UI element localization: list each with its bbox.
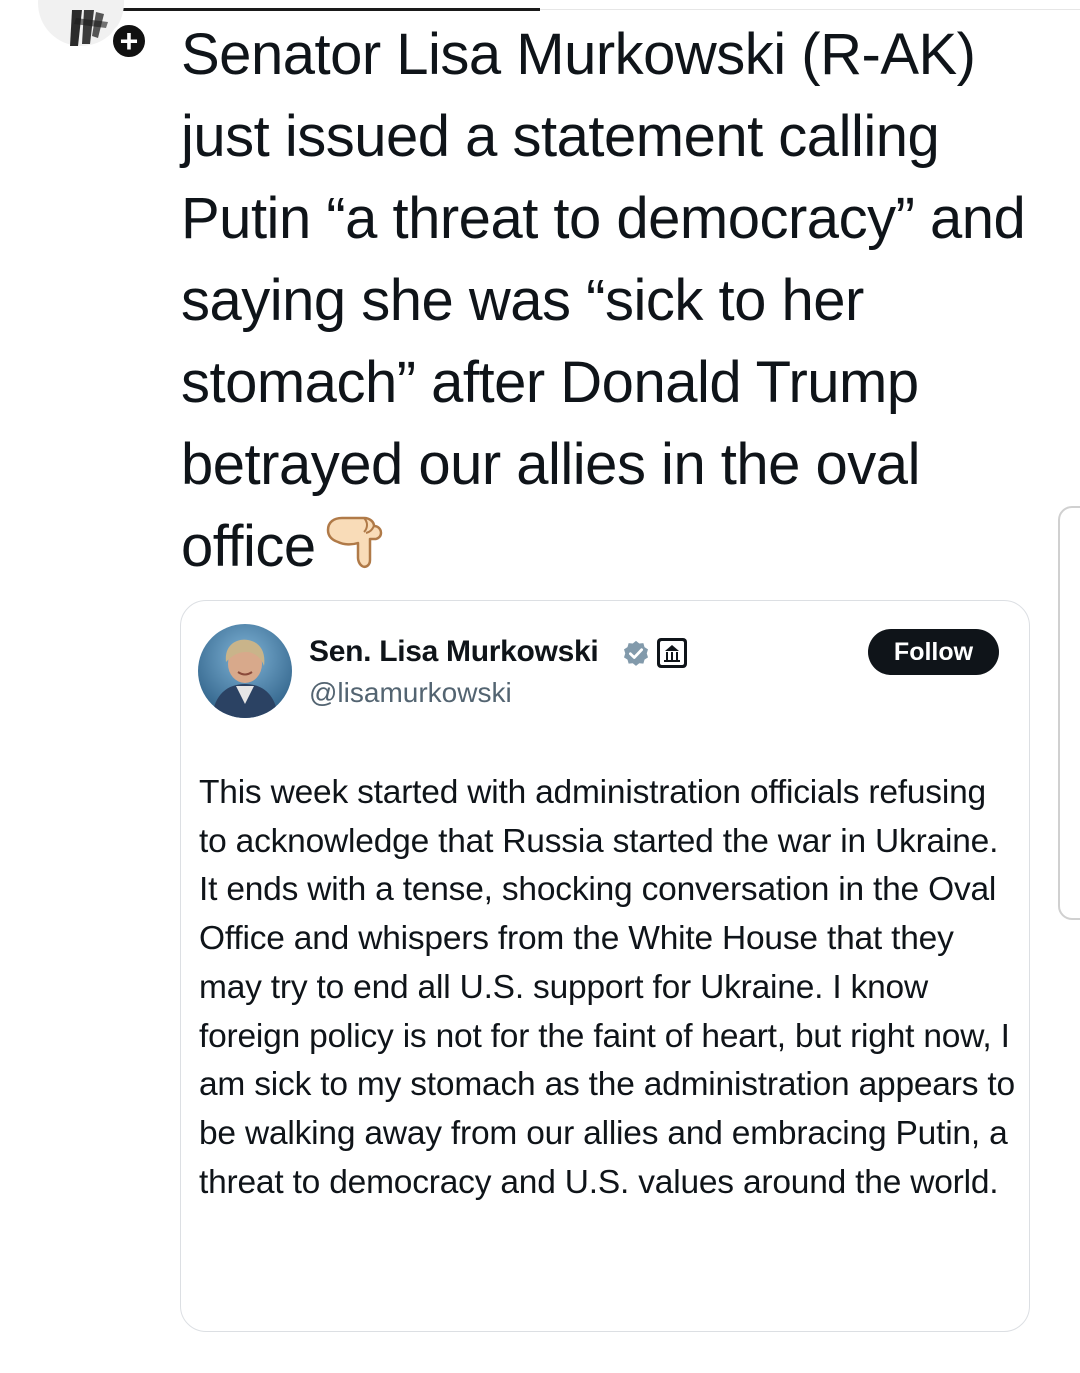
- quoted-tweet-card[interactable]: Sen. Lisa Murkowski @lisamurkowski Follo…: [180, 600, 1030, 1332]
- follow-button[interactable]: Follow: [868, 629, 999, 675]
- quoted-author-avatar[interactable]: [198, 624, 292, 718]
- government-building-icon: [656, 637, 688, 674]
- quoted-author-handle[interactable]: @lisamurkowski: [309, 677, 512, 709]
- header-divider-light: [540, 9, 1080, 10]
- scroll-edge: [1058, 506, 1080, 920]
- follow-plus-icon[interactable]: +: [110, 22, 148, 60]
- post-text-block: Senator Lisa Murkowski (R-AK) just issue…: [181, 14, 1061, 592]
- avatar-photo: [198, 624, 292, 718]
- verified-icon: [621, 639, 651, 674]
- backhand-index-pointing-down-icon: [324, 510, 388, 592]
- post-text: Senator Lisa Murkowski (R-AK) just issue…: [181, 22, 1026, 579]
- quoted-author-name[interactable]: Sen. Lisa Murkowski: [309, 635, 599, 669]
- quoted-tweet-body: This week started with administration of…: [199, 774, 1015, 1201]
